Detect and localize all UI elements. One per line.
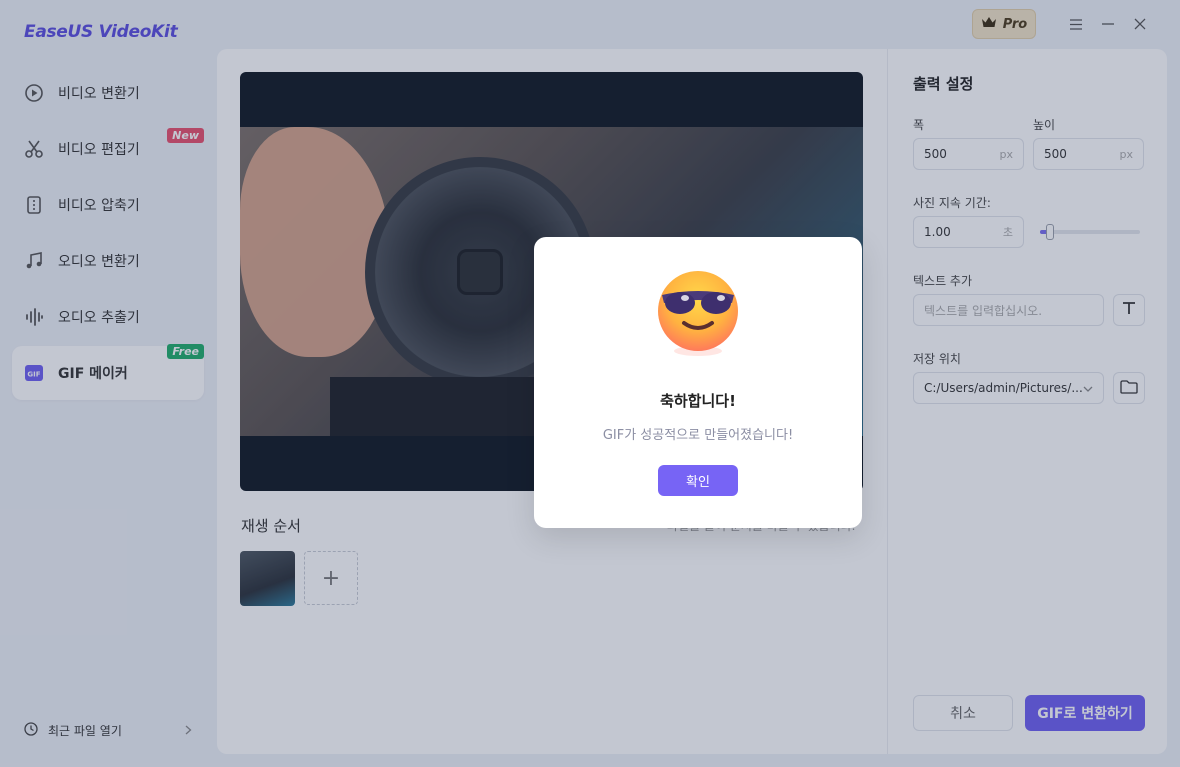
app-window: EaseUS VideoKit Pro 비디오 변환기 비디오 편집기 New xyxy=(0,0,1180,767)
sunglasses-emoji-icon xyxy=(652,267,744,359)
success-dialog: 축하합니다! GIF가 성공적으로 만들어졌습니다! 확인 xyxy=(534,237,862,528)
dialog-message: GIF가 성공적으로 만들어졌습니다! xyxy=(602,428,794,443)
confirm-button[interactable]: 확인 xyxy=(658,465,738,496)
dialog-title: 축하합니다! xyxy=(660,392,736,410)
